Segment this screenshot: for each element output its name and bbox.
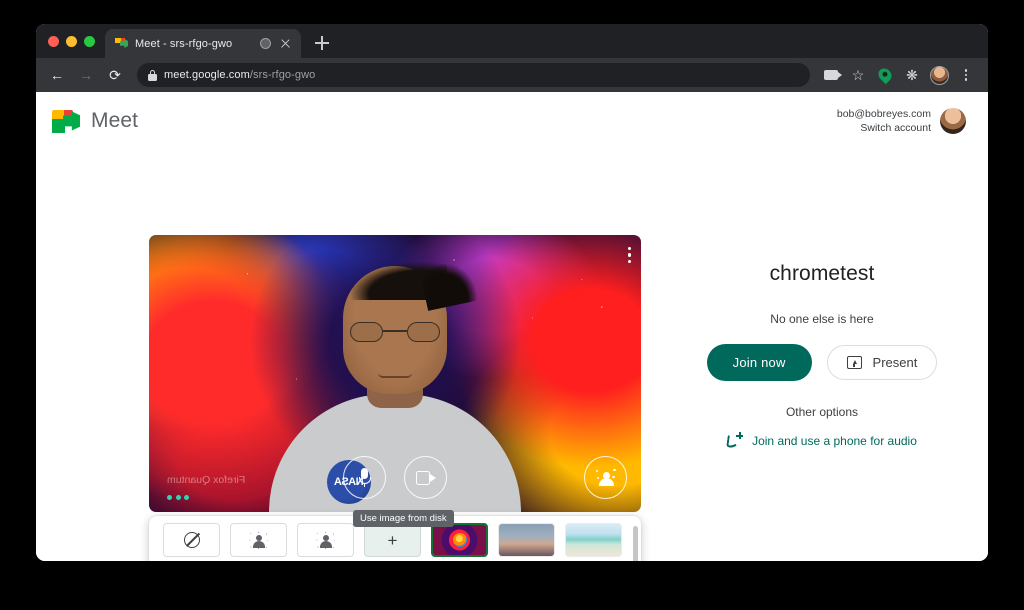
visual-effects-button[interactable] xyxy=(584,456,627,499)
meet-header: Meet bob@bobreyes.com Switch account xyxy=(36,92,988,150)
camera-toggle[interactable] xyxy=(404,456,447,499)
url-path: /srs-rfgo-gwo xyxy=(249,69,316,81)
page-content: Meet bob@bobreyes.com Switch account NAS… xyxy=(36,92,988,561)
video-control-bar xyxy=(149,456,641,499)
avatar[interactable] xyxy=(940,108,966,134)
other-options-label: Other options xyxy=(785,405,859,419)
tab-strip: Meet - srs-rfgo-gwo xyxy=(36,24,988,58)
background-thumbnail xyxy=(433,525,486,555)
join-now-button[interactable]: Join now xyxy=(706,344,812,381)
phone-audio-label: Join and use a phone for audio xyxy=(752,433,917,448)
join-actions: Join now Present xyxy=(706,344,938,381)
browser-tab[interactable]: Meet - srs-rfgo-gwo xyxy=(105,29,301,58)
background-dusk[interactable] xyxy=(498,523,555,557)
url-domain: meet.google.com xyxy=(164,69,250,81)
meet-brand[interactable]: Meet xyxy=(52,109,138,133)
present-button-label: Present xyxy=(872,355,918,370)
location-pin-icon[interactable] xyxy=(873,63,897,87)
camera-icon xyxy=(415,470,436,485)
blur-icon xyxy=(316,531,335,549)
phone-audio-link[interactable]: Join and use a phone for audio xyxy=(726,432,917,449)
present-button[interactable]: Present xyxy=(826,345,938,380)
plus-icon: + xyxy=(387,530,398,550)
google-meet-logo-icon xyxy=(52,109,80,133)
browser-toolbar: ← → ⟳ meet.google.com/srs-rfgo-gwo ☆ ❋ xyxy=(36,58,988,92)
video-preview[interactable]: Firefox Quantum xyxy=(149,235,641,512)
no-effect[interactable] xyxy=(163,523,220,557)
tab-title: Meet - srs-rfgo-gwo xyxy=(135,37,233,50)
tab-audio-muted-icon[interactable] xyxy=(260,38,271,49)
tooltip: Use image from disk xyxy=(353,510,454,527)
maximize-window-button[interactable] xyxy=(84,35,95,47)
minimize-window-button[interactable] xyxy=(66,35,77,47)
background-thumbnail xyxy=(566,524,621,556)
extensions-puzzle-icon[interactable]: ❋ xyxy=(900,63,924,87)
lock-icon xyxy=(148,69,157,81)
url-text: meet.google.com/srs-rfgo-gwo xyxy=(164,69,315,81)
present-screen-icon xyxy=(846,356,862,369)
close-window-button[interactable] xyxy=(48,35,59,47)
media-cast-icon[interactable] xyxy=(819,63,843,87)
microphone-toggle[interactable] xyxy=(343,456,386,499)
account-email: bob@bobreyes.com xyxy=(836,107,931,120)
chrome-menu-icon[interactable] xyxy=(954,63,978,87)
new-tab-icon[interactable] xyxy=(309,30,335,56)
google-meet-favicon xyxy=(115,37,128,50)
address-bar[interactable]: meet.google.com/srs-rfgo-gwo xyxy=(137,63,810,87)
reload-button[interactable]: ⟳ xyxy=(102,62,128,88)
mic-icon xyxy=(358,468,371,487)
page-title: chrometest xyxy=(769,262,875,285)
backgrounds-scroll-area: + xyxy=(163,523,631,561)
blur-background[interactable] xyxy=(297,523,354,557)
close-icon[interactable] xyxy=(278,36,293,51)
bookmark-star-icon[interactable]: ☆ xyxy=(846,63,870,87)
no-effect-icon xyxy=(183,532,200,548)
blur-icon xyxy=(249,531,268,549)
back-button[interactable]: ← xyxy=(44,62,70,88)
brand-name: Meet xyxy=(91,109,139,132)
account-text: bob@bobreyes.com Switch account xyxy=(837,107,931,135)
window-traffic-lights xyxy=(46,24,105,58)
phone-add-icon xyxy=(726,432,744,449)
join-panel: chrometest No one else is here Join now … xyxy=(656,262,988,449)
effects-icon xyxy=(595,468,616,487)
presence-status: No one else is here xyxy=(770,312,874,326)
more-options-icon[interactable] xyxy=(627,247,631,264)
backgrounds-row: + xyxy=(163,523,631,557)
background-thumbnail xyxy=(499,524,554,556)
switch-account-link[interactable]: Switch account xyxy=(837,121,931,135)
background-firefox-nebula[interactable] xyxy=(431,523,488,557)
upload-image[interactable]: + xyxy=(364,523,421,557)
profile-avatar[interactable] xyxy=(927,63,951,87)
slight-blur[interactable] xyxy=(230,523,287,557)
browser-window: Meet - srs-rfgo-gwo ← → ⟳ meet.google.co… xyxy=(36,24,988,561)
background-beach[interactable] xyxy=(565,523,622,557)
forward-button[interactable]: → xyxy=(73,62,99,88)
account-block[interactable]: bob@bobreyes.com Switch account xyxy=(837,107,966,135)
backgrounds-scrollbar[interactable] xyxy=(633,526,638,561)
